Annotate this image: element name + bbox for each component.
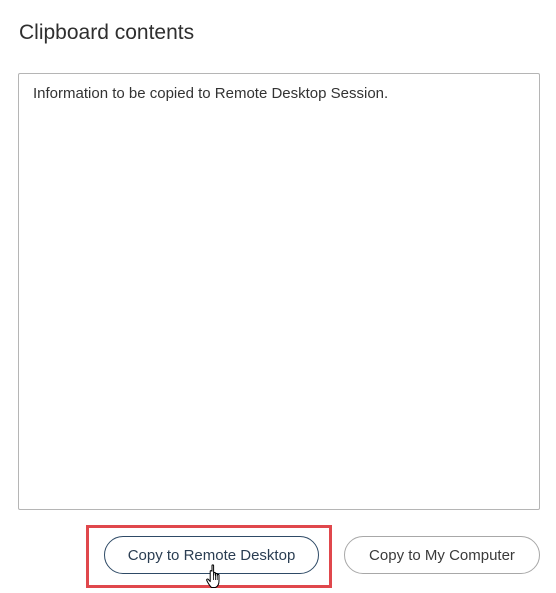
clipboard-textarea[interactable]: Information to be copied to Remote Deskt… [18,73,540,510]
panel-title: Clipboard contents [19,21,195,44]
copy-to-my-computer-button[interactable]: Copy to My Computer [344,536,540,574]
copy-to-remote-desktop-button[interactable]: Copy to Remote Desktop [104,536,319,574]
